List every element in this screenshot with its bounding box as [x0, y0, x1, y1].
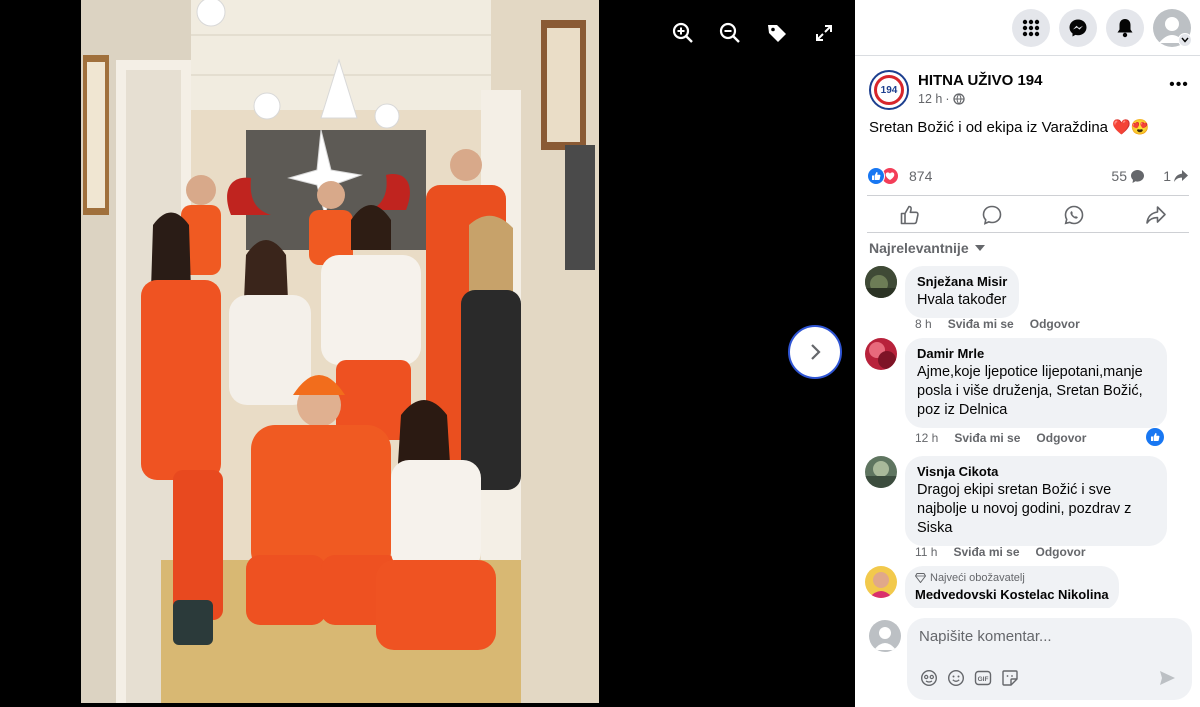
post-meta: 12 h ·: [918, 92, 965, 106]
comment-time[interactable]: 12 h: [915, 431, 938, 445]
more-options-icon[interactable]: •••: [1167, 76, 1191, 96]
comment-time[interactable]: 8 h: [915, 317, 932, 331]
svg-text:GIF: GIF: [978, 676, 989, 683]
comment-input[interactable]: [919, 628, 1179, 645]
comment-item: Najveći obožavatelj Medvedovski Kostelac…: [865, 566, 1195, 608]
caret-down-icon: [974, 245, 985, 251]
chevron-down-icon: [1178, 33, 1192, 47]
meta-separator: ·: [945, 92, 950, 106]
zoom-in-icon[interactable]: [670, 20, 696, 46]
reaction-count[interactable]: 874: [909, 168, 932, 184]
profile-avatar[interactable]: [1153, 9, 1192, 47]
comment-bubble: Damir Mrle Ajme,koje ljepotice lijepotan…: [905, 338, 1167, 428]
next-photo-button[interactable]: [788, 325, 842, 379]
globe-icon: [952, 93, 965, 105]
comment-bubble: Najveći obožavatelj Medvedovski Kostelac…: [905, 566, 1119, 608]
thumbs-up-icon: [900, 205, 919, 225]
commenter-avatar[interactable]: [865, 266, 897, 298]
comment-sort-dropdown[interactable]: Najrelevantnije: [869, 240, 985, 256]
commenter-avatar[interactable]: [865, 566, 897, 598]
comment-text: Dragoj ekipi sretan Božić i sve najbolje…: [917, 482, 1132, 536]
comment-item: Visnja Cikota Dragoj ekipi sretan Božić …: [865, 456, 1195, 562]
commenter-avatar[interactable]: [865, 456, 897, 488]
share-button[interactable]: [1143, 202, 1169, 228]
page-avatar[interactable]: 194: [869, 70, 909, 110]
comment-bubble-icon: [1131, 169, 1144, 183]
commenter-name[interactable]: Medvedovski Kostelac Nikolina: [915, 587, 1109, 602]
comment-meta: 8 h Sviđa mi se Odgovor: [915, 317, 1080, 331]
composer-box: GIF: [907, 618, 1192, 700]
messenger-icon[interactable]: [1059, 9, 1097, 47]
reactions-summary: 874 55 1: [867, 165, 1189, 187]
comment-composer: GIF: [855, 612, 1200, 707]
page-logo: 194: [874, 75, 904, 105]
post-text: Sretan Božić i od ekipa iz Varaždina ❤️😍: [869, 119, 1150, 136]
comment-item: Snježana Misir Hvala također 8 h Sviđa m…: [865, 266, 1195, 336]
commenter-name[interactable]: Snježana Misir: [917, 274, 1007, 289]
tag-icon[interactable]: [764, 20, 790, 46]
like-button[interactable]: [897, 202, 923, 228]
comment-like-button[interactable]: Sviđa mi se: [953, 545, 1019, 559]
composer-avatar[interactable]: [869, 620, 901, 652]
comment-like-reaction-icon[interactable]: [1146, 428, 1164, 446]
like-reaction-icon[interactable]: [867, 167, 885, 185]
photo-illustration: [81, 0, 599, 703]
whatsapp-share-button[interactable]: [1061, 202, 1087, 228]
diamond-icon: [915, 573, 926, 583]
page-name[interactable]: HITNA UŽIVO 194: [918, 72, 1042, 89]
post-photo[interactable]: [81, 0, 599, 703]
comment-count[interactable]: 55: [1111, 168, 1145, 184]
comment-reply-button[interactable]: Odgovor: [1030, 317, 1080, 331]
comment-button[interactable]: [979, 202, 1005, 228]
photo-viewer: [0, 0, 855, 707]
comment-reply-button[interactable]: Odgovor: [1036, 545, 1086, 559]
comment-reply-button[interactable]: Odgovor: [1036, 431, 1086, 445]
comment-time[interactable]: 11 h: [915, 545, 937, 559]
comment-text: Hvala također: [917, 292, 1007, 308]
commenter-name[interactable]: Damir Mrle: [917, 346, 1155, 361]
comment-bubble: Visnja Cikota Dragoj ekipi sretan Božić …: [905, 456, 1167, 546]
whatsapp-icon: [1064, 205, 1084, 225]
post-time[interactable]: 12 h: [918, 92, 942, 106]
comment-bubble: Snježana Misir Hvala također: [905, 266, 1020, 318]
comment-meta: 12 h Sviđa mi se Odgovor: [915, 431, 1086, 445]
share-arrow-icon: [1174, 169, 1188, 182]
comment-like-button[interactable]: Sviđa mi se: [954, 431, 1020, 445]
sticker-icon[interactable]: [1000, 668, 1020, 688]
emoji-icon[interactable]: [946, 668, 966, 688]
share-count-value: 1: [1163, 168, 1171, 184]
share-count[interactable]: 1: [1163, 168, 1189, 184]
grid-menu-icon[interactable]: [1012, 9, 1050, 47]
top-navigation: [855, 0, 1200, 56]
avatar-sticker-icon[interactable]: [919, 668, 939, 688]
fullscreen-icon[interactable]: [811, 20, 837, 46]
share-icon: [1146, 206, 1166, 224]
top-fan-badge: Najveći obožavatelj: [915, 572, 1109, 584]
comment-text: Ajme,koje ljepotice lijepotani,manje pos…: [917, 364, 1143, 418]
comment-meta: 11 h Sviđa mi se Odgovor: [915, 545, 1086, 559]
post-side-panel: 194 HITNA UŽIVO 194 12 h · ••• Sretan Bo…: [855, 0, 1200, 707]
commenter-avatar[interactable]: [865, 338, 897, 370]
post-header: 194 HITNA UŽIVO 194 12 h · •••: [869, 70, 1191, 114]
comment-item: Damir Mrle Ajme,koje ljepotice lijepotan…: [865, 338, 1195, 448]
send-icon[interactable]: [1157, 668, 1177, 688]
chevron-right-icon: [811, 344, 821, 360]
gif-icon[interactable]: GIF: [973, 668, 993, 688]
sort-label: Najrelevantnije: [869, 240, 969, 256]
comment-like-button[interactable]: Sviđa mi se: [948, 317, 1014, 331]
bell-icon[interactable]: [1106, 9, 1144, 47]
badge-label: Najveći obožavatelj: [930, 572, 1025, 584]
comment-count-value: 55: [1111, 168, 1127, 184]
comment-icon: [982, 205, 1002, 225]
commenter-name[interactable]: Visnja Cikota: [917, 464, 1155, 479]
zoom-out-icon[interactable]: [717, 20, 743, 46]
post-actions: [867, 195, 1189, 233]
